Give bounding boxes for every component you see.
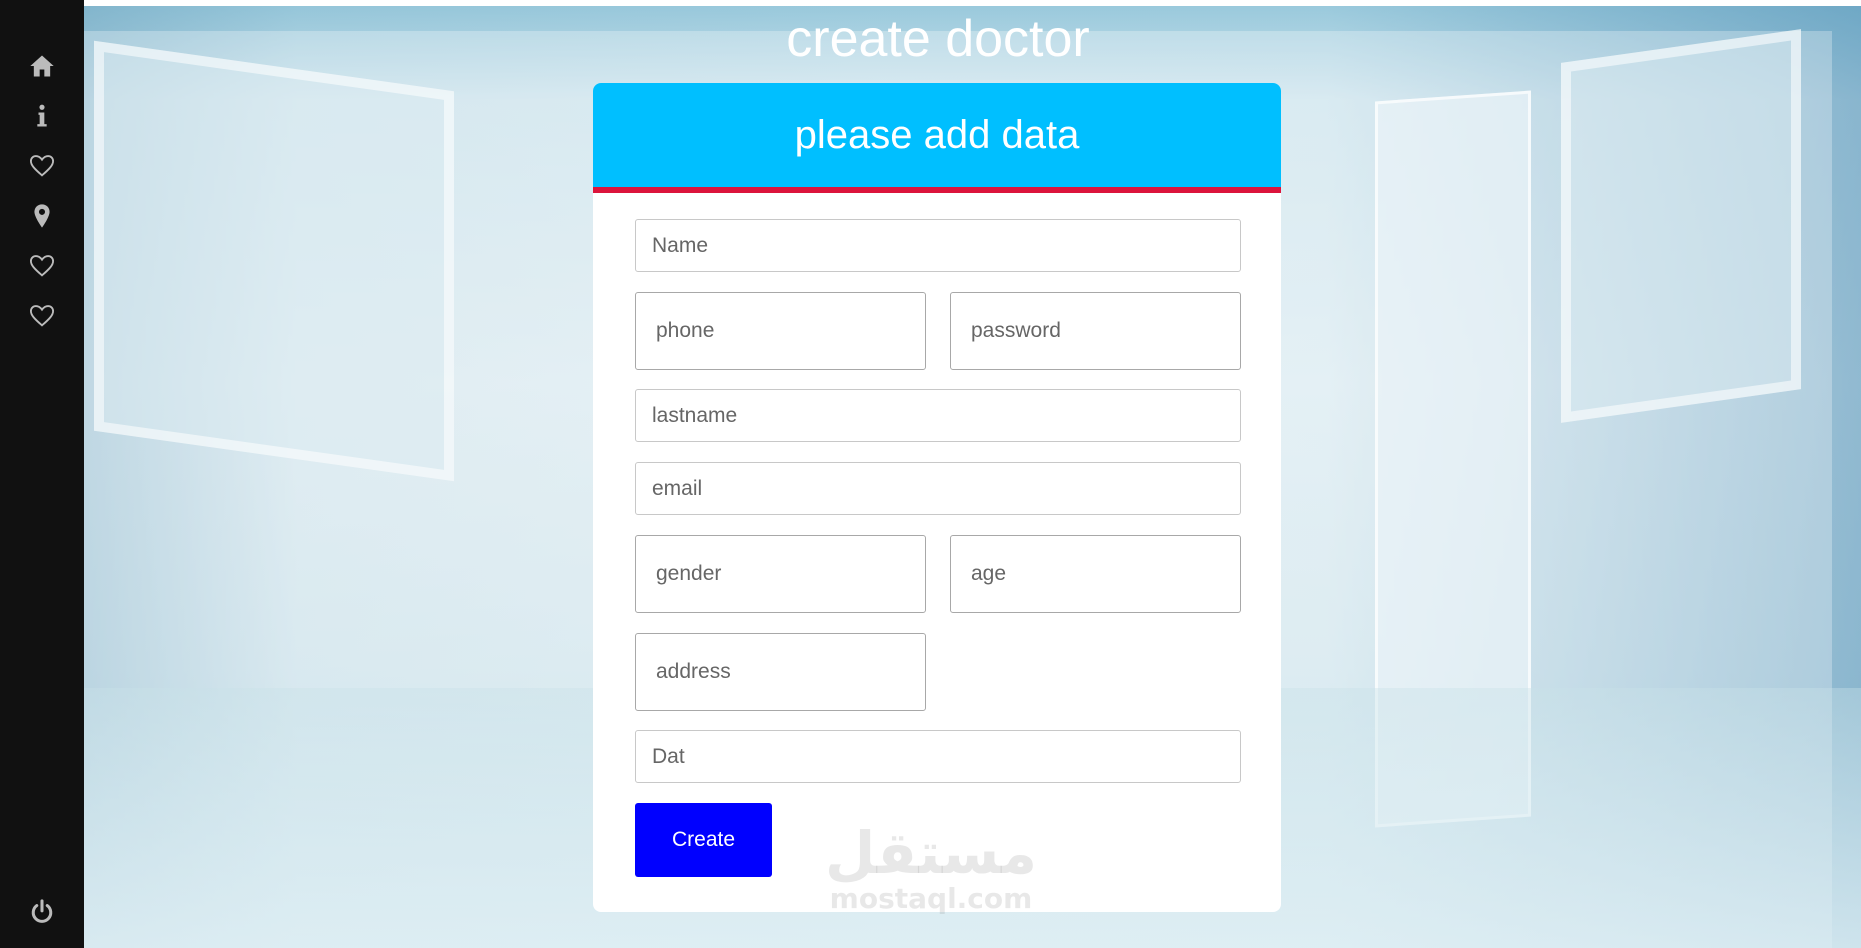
map-pin-icon[interactable] <box>22 196 62 236</box>
heart-icon[interactable] <box>22 246 62 286</box>
heart-icon[interactable] <box>22 296 62 336</box>
heart-icon[interactable] <box>22 146 62 186</box>
address-input[interactable] <box>635 633 926 711</box>
gender-input[interactable] <box>635 535 926 613</box>
lastname-input[interactable] <box>635 389 1241 442</box>
date-input[interactable] <box>635 730 1241 783</box>
sidebar <box>0 0 84 948</box>
password-input[interactable] <box>950 292 1241 370</box>
info-icon[interactable] <box>22 96 62 136</box>
background-window-right <box>1561 29 1801 423</box>
age-input[interactable] <box>950 535 1241 613</box>
create-button[interactable]: Create <box>635 803 772 877</box>
form-header: please add data <box>593 83 1281 193</box>
phone-input[interactable] <box>635 292 926 370</box>
power-icon[interactable] <box>22 892 62 932</box>
name-input[interactable] <box>635 219 1241 272</box>
form-header-title: please add data <box>794 112 1080 157</box>
page-title: create doctor <box>786 10 1090 68</box>
email-input[interactable] <box>635 462 1241 515</box>
create-doctor-form: please add data Create <box>593 83 1281 912</box>
page: create doctor please add data Create مست… <box>0 0 1861 948</box>
background-window-left <box>94 40 454 482</box>
